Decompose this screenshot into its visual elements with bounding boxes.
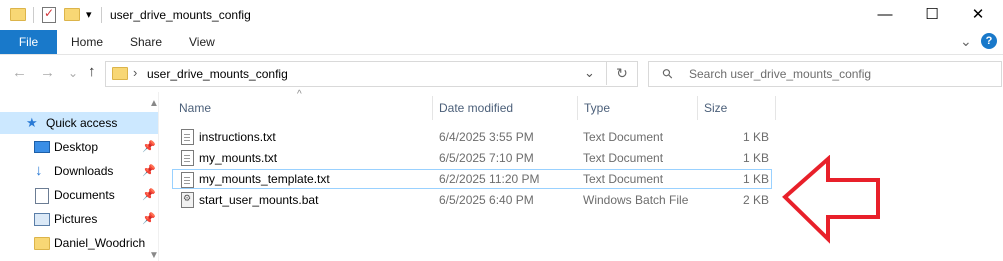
pane-divider[interactable] bbox=[158, 92, 159, 261]
table-row[interactable]: my_mounts_template.txt 6/2/2025 11:20 PM… bbox=[172, 169, 772, 189]
text-file-icon bbox=[181, 150, 194, 166]
sidebar-item-label: Downloads bbox=[54, 164, 114, 178]
column-separator[interactable] bbox=[775, 96, 776, 120]
new-folder-icon[interactable] bbox=[64, 8, 80, 21]
file-size: 2 KB bbox=[742, 193, 769, 207]
address-dropdown-icon[interactable]: ⌄ bbox=[584, 64, 595, 82]
folder-icon bbox=[10, 8, 26, 21]
sidebar-item-label: Documents bbox=[54, 188, 115, 202]
arrow-shape bbox=[782, 155, 880, 244]
file-name[interactable]: start_user_mounts.bat bbox=[199, 190, 318, 210]
file-type: Windows Batch File bbox=[583, 193, 689, 207]
customize-quick-access-dropdown[interactable]: ▾ bbox=[86, 7, 92, 23]
minimize-button[interactable]: — bbox=[862, 0, 908, 30]
table-row[interactable]: start_user_mounts.bat 6/5/2025 6:40 PM W… bbox=[172, 190, 772, 210]
refresh-button[interactable]: ↻ bbox=[606, 61, 637, 85]
sidebar-item-label: Desktop bbox=[54, 140, 99, 154]
file-type: Text Document bbox=[583, 130, 664, 144]
sidebar-item-daniel-woodrich[interactable]: Daniel_Woodrich bbox=[0, 232, 158, 254]
sidebar-item-documents[interactable]: Documents 📌 bbox=[0, 184, 158, 206]
red-arrow-annotation bbox=[782, 155, 880, 244]
title-bar: ▾ user_drive_mounts_config — ☐ ✕ bbox=[0, 0, 1003, 30]
sidebar-item-downloads[interactable]: ↓ Downloads 📌 bbox=[0, 160, 158, 182]
column-header-date-modified[interactable]: Date modified bbox=[439, 96, 513, 120]
up-button[interactable]: ↑ bbox=[88, 62, 96, 82]
file-date-modified: 6/2/2025 11:20 PM bbox=[439, 172, 540, 186]
file-type: Text Document bbox=[583, 172, 664, 186]
batch-file-icon bbox=[181, 192, 194, 208]
file-name[interactable]: instructions.txt bbox=[199, 127, 276, 147]
file-size: 1 KB bbox=[742, 130, 769, 144]
file-date-modified: 6/4/2025 3:55 PM bbox=[439, 130, 534, 144]
file-type: Text Document bbox=[583, 151, 664, 165]
expand-ribbon-icon[interactable]: ⌄ bbox=[960, 32, 972, 50]
back-button[interactable]: ← bbox=[12, 63, 27, 83]
column-separator[interactable] bbox=[697, 96, 698, 120]
column-header-name[interactable]: Name bbox=[179, 96, 211, 120]
breadcrumb-current-folder[interactable]: user_drive_mounts_config bbox=[147, 65, 288, 83]
download-arrow-icon: ↓ bbox=[35, 162, 43, 179]
recent-locations-button[interactable]: ⌄ bbox=[68, 63, 78, 83]
search-icon: ⚲ bbox=[658, 64, 677, 83]
tab-file[interactable]: File bbox=[0, 30, 57, 54]
breadcrumb-separator[interactable]: › bbox=[133, 64, 137, 82]
sort-ascending-icon: ^ bbox=[297, 89, 302, 100]
sidebar-item-desktop[interactable]: Desktop 📌 bbox=[0, 136, 158, 158]
text-file-icon bbox=[181, 172, 194, 188]
sidebar-item-pictures[interactable]: Pictures 📌 bbox=[0, 208, 158, 230]
pictures-icon bbox=[34, 213, 50, 226]
pin-icon: 📌 bbox=[142, 189, 156, 201]
column-header-type[interactable]: Type bbox=[584, 96, 610, 120]
tab-view[interactable]: View bbox=[189, 30, 215, 54]
column-separator[interactable] bbox=[432, 96, 433, 120]
sidebar-item-label: Quick access bbox=[46, 116, 118, 130]
table-row[interactable]: instructions.txt 6/4/2025 3:55 PM Text D… bbox=[172, 127, 772, 147]
maximize-button[interactable]: ☐ bbox=[909, 0, 955, 30]
properties-icon[interactable] bbox=[42, 6, 56, 23]
sidebar-item-label: Daniel_Woodrich bbox=[54, 236, 146, 250]
help-icon[interactable]: ? bbox=[981, 33, 997, 49]
desktop-icon bbox=[34, 141, 50, 153]
text-file-icon bbox=[181, 129, 194, 145]
file-name[interactable]: my_mounts.txt bbox=[199, 148, 277, 168]
folder-icon bbox=[112, 67, 128, 80]
address-bar[interactable]: › user_drive_mounts_config ⌄ bbox=[105, 61, 638, 87]
pin-icon: 📌 bbox=[142, 141, 156, 153]
search-input[interactable]: Search user_drive_mounts_config bbox=[689, 65, 871, 83]
documents-icon bbox=[35, 188, 49, 204]
file-date-modified: 6/5/2025 6:40 PM bbox=[439, 193, 534, 207]
folder-icon bbox=[34, 237, 50, 250]
file-name[interactable]: my_mounts_template.txt bbox=[199, 169, 330, 189]
forward-button[interactable]: → bbox=[40, 63, 55, 83]
pin-icon: 📌 bbox=[142, 165, 156, 177]
close-button[interactable]: ✕ bbox=[955, 0, 1001, 30]
file-size: 1 KB bbox=[742, 172, 769, 186]
tab-share[interactable]: Share bbox=[130, 30, 162, 54]
window-title: user_drive_mounts_config bbox=[110, 8, 251, 22]
pin-icon: 📌 bbox=[142, 213, 156, 225]
table-row[interactable]: my_mounts.txt 6/5/2025 7:10 PM Text Docu… bbox=[172, 148, 772, 168]
separator bbox=[33, 7, 34, 23]
tab-home[interactable]: Home bbox=[71, 30, 103, 54]
separator bbox=[101, 7, 102, 23]
column-separator[interactable] bbox=[577, 96, 578, 120]
sidebar-item-label: Pictures bbox=[54, 212, 98, 226]
column-header-size[interactable]: Size bbox=[704, 96, 727, 120]
file-size: 1 KB bbox=[742, 151, 769, 165]
file-date-modified: 6/5/2025 7:10 PM bbox=[439, 151, 534, 165]
sidebar-item-quick-access[interactable]: ★ Quick access bbox=[0, 112, 158, 134]
search-box[interactable]: ⚲ Search user_drive_mounts_config bbox=[648, 61, 1002, 87]
star-icon: ★ bbox=[26, 115, 38, 130]
